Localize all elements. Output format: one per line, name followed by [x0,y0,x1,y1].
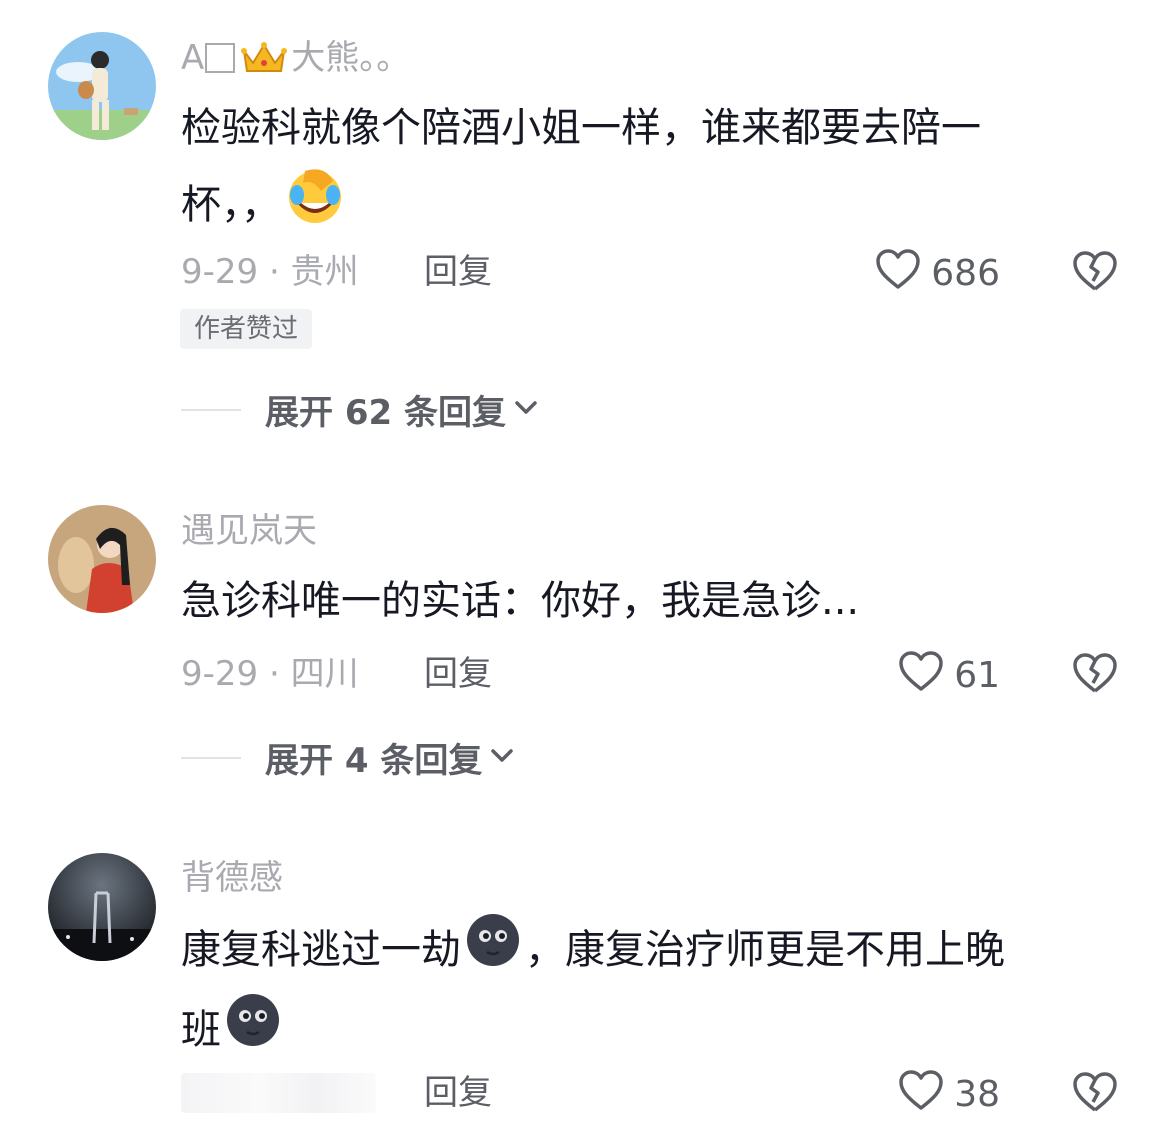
like-count: 61 [954,655,1000,696]
missing-glyph-box [205,43,236,73]
heart-outline-icon [898,650,944,701]
blurred-date-location [181,1073,376,1113]
comment-line-text: 康复科逃过一劫 [181,927,461,973]
expand-replies-button[interactable]: 展开 4 条回复 [181,733,514,782]
crown-icon [241,39,288,86]
comment-line-text: 杯，， [181,182,281,228]
avatar[interactable] [48,505,156,613]
divider [181,756,241,759]
reply-button[interactable]: 回复 [424,250,492,294]
like-button[interactable]: 38 [898,1069,1000,1120]
dislike-button[interactable] [1072,652,1118,698]
comment-line-text: 班 [181,1007,221,1053]
heart-outline-icon [898,1069,944,1120]
author-liked-badge: 作者赞过 [180,309,313,349]
avatar[interactable] [48,32,156,140]
dislike-button[interactable] [1072,250,1118,296]
expand-replies-label: 展开 4 条回复 [265,741,483,781]
like-button[interactable]: 686 [875,248,1000,299]
comment-text[interactable]: 检验科就像个陪酒小姐一样，谁来都要去陪一 杯，， [181,92,1081,249]
expand-replies-button[interactable]: 展开 62 条回复 [181,385,538,434]
like-count: 686 [931,253,1000,294]
like-count: 38 [954,1074,1000,1115]
date-location: 9-29 · 四川 [181,654,359,694]
username[interactable]: A 大熊。。 [181,36,410,86]
comment-line: 班 [181,992,1081,1072]
comment-line: 检验科就像个陪酒小姐一样，谁来都要去陪一 [181,105,981,151]
avatar[interactable] [48,853,156,961]
facepalm-laugh-emoji-icon [285,165,345,249]
expand-replies-label: 展开 62 条回复 [265,393,506,433]
username[interactable]: 遇见岚天 [181,509,317,553]
broken-heart-icon [1072,1072,1118,1117]
chevron-down-icon [490,748,514,768]
divider [181,408,241,411]
chevron-down-icon [514,400,538,420]
broken-heart-icon [1072,653,1118,698]
username-text: 大熊。。 [291,38,411,78]
reply-button[interactable]: 回复 [424,1071,492,1115]
moon-face-emoji-icon [465,912,521,992]
comment-text[interactable]: 急诊科唯一的实话：你好，我是急诊... [181,565,1081,638]
dislike-button[interactable] [1072,1071,1118,1117]
heart-outline-icon [875,248,921,299]
comment-line: 康复科逃过一劫 ，康复治疗师更是不用上晚 [181,912,1081,992]
reply-button[interactable]: 回复 [424,652,492,696]
comment-line: 杯，， [181,165,1081,249]
username[interactable]: 背德感 [181,856,283,900]
broken-heart-icon [1072,251,1118,296]
username-prefix: A [181,38,205,78]
date-location: 9-29 · 贵州 [181,252,359,292]
comment-line-text: ，康复治疗师更是不用上晚 [525,927,1005,973]
comment-text[interactable]: 康复科逃过一劫 ，康复治疗师更是不用上晚 班 [181,912,1081,1072]
comment-line: 急诊科唯一的实话：你好，我是急诊... [181,578,860,624]
like-button[interactable]: 61 [898,650,1000,701]
moon-face-emoji-icon [225,992,281,1072]
